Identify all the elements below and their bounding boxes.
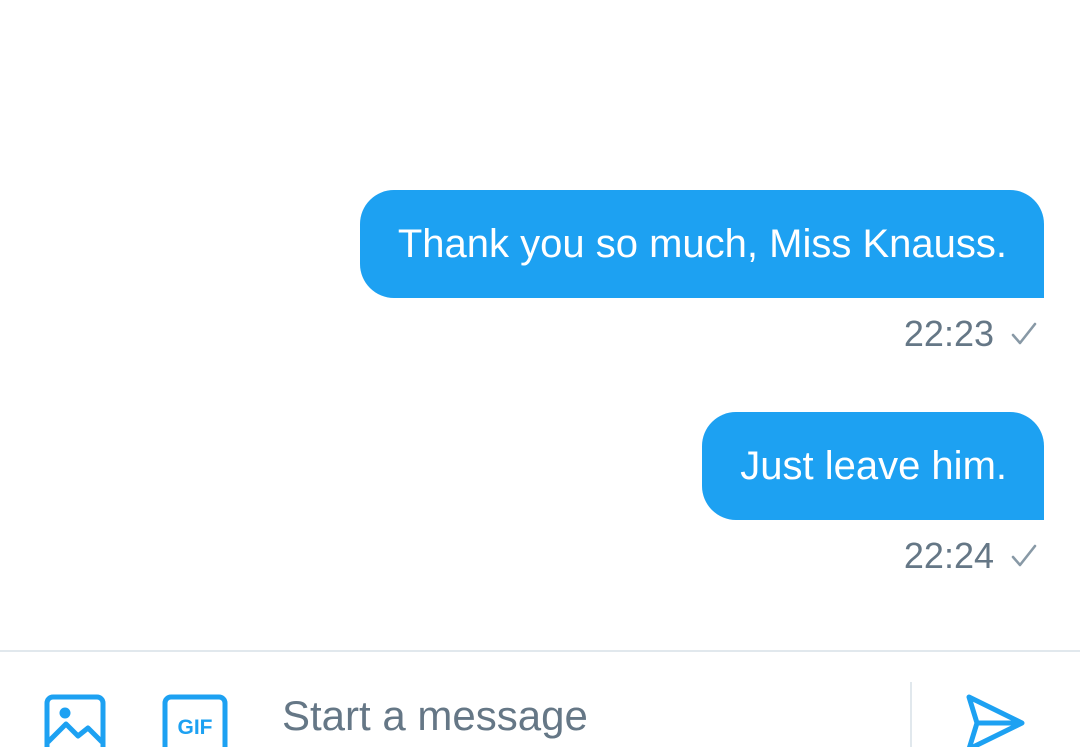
send-button[interactable] [964,692,1026,747]
message-bubble[interactable]: Thank you so much, Miss Knauss. [359,190,1044,298]
message-composer: GIF [0,650,1080,747]
message-timestamp: 22:23 [903,313,994,354]
message-list[interactable]: Thank you so much, Miss Knauss. 22:23 Ju… [0,0,1080,650]
gif-button[interactable]: GIF [162,694,228,747]
send-icon [966,694,1025,747]
dm-conversation-screen: Thank you so much, Miss Knauss. 22:23 Ju… [0,0,1080,747]
composer-divider [910,682,912,747]
gif-label: GIF [178,716,213,739]
check-icon [1010,542,1038,570]
image-icon[interactable] [44,694,106,747]
check-icon [1010,320,1038,348]
message-meta: 22:23 [904,311,1038,357]
message-bubble[interactable]: Just leave him. [702,412,1044,520]
message-timestamp: 22:24 [903,535,994,576]
message-meta: 22:24 [904,533,1038,579]
message-input[interactable] [282,688,882,744]
